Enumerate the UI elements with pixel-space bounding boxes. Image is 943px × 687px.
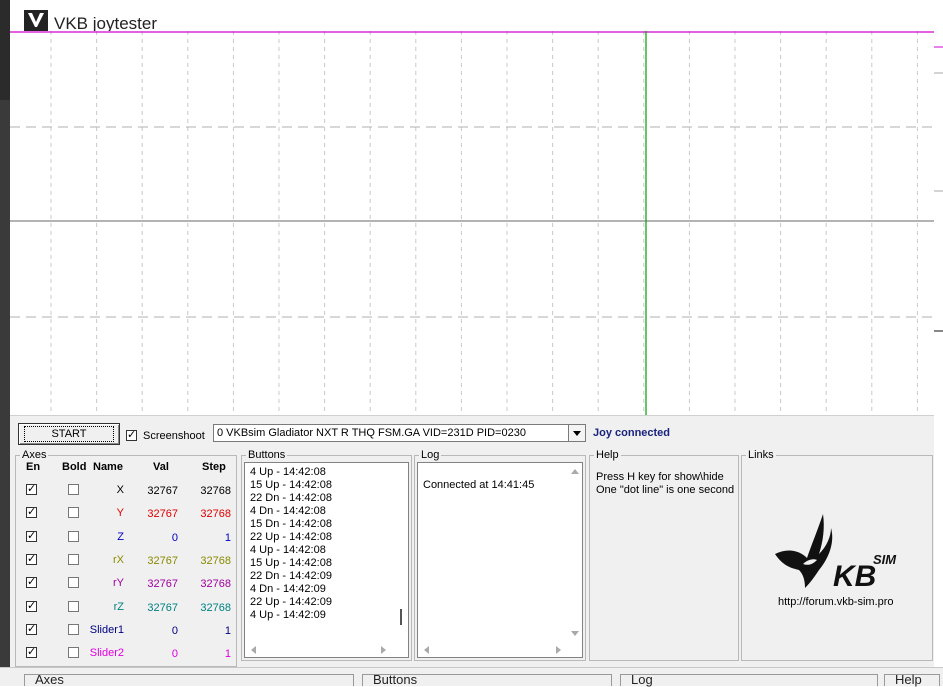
axis-step: 32768	[200, 485, 231, 497]
axis-enable-checkbox[interactable]	[26, 599, 37, 612]
button-event-row[interactable]: 22 Up - 14:42:08	[250, 531, 332, 544]
buttons-group-title: Buttons	[246, 449, 288, 461]
screenshoot-label: Screenshoot	[143, 430, 205, 442]
connection-status: Joy connected	[593, 427, 671, 439]
axis-enable-checkbox[interactable]	[26, 552, 37, 565]
vkb-logo-icon	[24, 10, 48, 32]
background-window-edge	[0, 0, 10, 685]
bottom-tab-help: Help	[884, 672, 940, 687]
dropdown-arrow-icon[interactable]	[568, 425, 585, 441]
axis-step: 32768	[200, 601, 231, 614]
axis-step: 1	[224, 648, 231, 661]
axis-step: 32768	[200, 554, 231, 567]
scroll-right-icon[interactable]	[381, 646, 386, 654]
button-event-row[interactable]: 4 Up - 14:42:08	[250, 466, 326, 479]
log-hscroll[interactable]	[418, 643, 582, 657]
scroll-right-icon[interactable]	[556, 646, 561, 654]
background-window-shade	[0, 100, 10, 685]
axis-enable-checkbox[interactable]	[26, 575, 37, 589]
axis-bold-checkbox[interactable]	[68, 553, 79, 565]
axes-header-en: En	[26, 461, 41, 473]
bottom-tab-buttons: Buttons	[362, 672, 612, 687]
scroll-up-icon[interactable]	[571, 469, 579, 474]
axis-name: X	[116, 484, 124, 496]
axis-plot-area	[10, 31, 934, 415]
axis-step: 32768	[200, 578, 231, 591]
axis-step: 1	[224, 531, 231, 544]
axis-value: 0	[171, 624, 178, 637]
plot-right-edge	[934, 31, 943, 415]
axis-step: 1	[224, 624, 231, 637]
button-event-row[interactable]: 4 Dn - 14:42:09	[250, 583, 326, 596]
log-entry[interactable]: Connected at 14:41:45	[423, 479, 534, 492]
bottom-tab-axes: Axes	[24, 672, 354, 687]
device-select-value: 0 VKBsim Gladiator NXT R THQ FSM.GA VID=…	[217, 427, 526, 439]
help-line-2: One "dot line" is one second	[596, 484, 735, 496]
axes-header-bold: Bold	[62, 461, 87, 473]
axis-enable-checkbox[interactable]	[26, 645, 37, 659]
axis-name: Slider2	[89, 647, 124, 660]
logo-sup: SIM	[873, 552, 897, 567]
log-group-title: Log	[419, 449, 442, 461]
button-event-row[interactable]: 22 Dn - 14:42:09	[250, 570, 332, 583]
axis-bold-checkbox[interactable]	[68, 507, 79, 519]
buttons-list[interactable]: 4 Up - 14:42:08 15 Up - 14:42:08 22 Dn - 1…	[244, 462, 409, 658]
button-event-row[interactable]: 4 Up - 14:42:09	[250, 609, 326, 622]
log-list[interactable]: Connected at 14:41:45	[417, 462, 583, 658]
axis-name: rZ	[113, 600, 124, 613]
axis-bold-checkbox[interactable]	[68, 530, 79, 542]
vkbsim-logo[interactable]: KB SIM	[773, 512, 905, 593]
axes-group-title: Axes	[20, 449, 49, 461]
axis-value: 32767	[147, 508, 178, 521]
axis-bold-checkbox[interactable]	[68, 600, 79, 612]
logo-text: KB	[833, 560, 876, 590]
help-line-1: Press H key for show\hide	[596, 471, 724, 483]
start-button[interactable]: START	[18, 423, 120, 445]
screenshoot-checkbox[interactable]	[126, 428, 137, 441]
buttons-scroll-thumb[interactable]	[400, 609, 402, 625]
button-event-row[interactable]: 4 Up - 14:42:08	[250, 544, 326, 557]
forum-link[interactable]: http://forum.vkb-sim.pro	[778, 596, 894, 608]
scroll-left-icon[interactable]	[251, 646, 256, 654]
axis-name: rX	[113, 553, 124, 566]
button-event-row[interactable]: 15 Up - 14:42:08	[250, 479, 332, 492]
axis-value: 0	[171, 648, 178, 661]
axis-bold-checkbox[interactable]	[68, 484, 79, 495]
axis-value: 32767	[147, 601, 178, 614]
axis-value: 0	[171, 531, 178, 544]
axis-enable-checkbox[interactable]	[26, 529, 37, 542]
button-event-row[interactable]: 22 Dn - 14:42:08	[250, 492, 332, 505]
button-event-row[interactable]: 4 Dn - 14:42:08	[250, 505, 326, 518]
button-event-row[interactable]: 15 Dn - 14:42:08	[250, 518, 332, 531]
axis-name: Slider1	[89, 623, 124, 636]
scroll-left-icon[interactable]	[424, 646, 429, 654]
axis-name: rY	[113, 577, 124, 590]
links-group-title: Links	[746, 449, 776, 461]
axis-bold-checkbox[interactable]	[68, 647, 79, 659]
buttons-hscroll[interactable]	[245, 643, 408, 657]
axis-value: 32767	[147, 578, 178, 591]
button-event-row[interactable]: 22 Up - 14:42:09	[250, 596, 332, 609]
axis-step: 32768	[200, 508, 231, 521]
axes-header-name: Name	[93, 461, 123, 473]
axis-bold-checkbox[interactable]	[68, 623, 79, 635]
axis-bold-checkbox[interactable]	[68, 577, 79, 589]
help-group-title: Help	[594, 449, 621, 461]
plot-canvas	[10, 31, 934, 415]
axes-header-val: Val	[153, 461, 169, 473]
axes-header-step: Step	[202, 461, 226, 473]
bottom-tab-log: Log	[620, 672, 878, 687]
axis-value: 32767	[147, 554, 178, 567]
scroll-down-icon[interactable]	[571, 631, 579, 636]
device-select[interactable]: 0 VKBsim Gladiator NXT R THQ FSM.GA VID=…	[213, 424, 586, 442]
axis-value: 32767	[147, 485, 178, 497]
axis-name: Z	[117, 530, 124, 543]
axis-enable-checkbox[interactable]	[26, 482, 37, 495]
axis-enable-checkbox[interactable]	[26, 505, 37, 519]
axis-name: Y	[116, 507, 124, 520]
button-event-row[interactable]: 15 Up - 14:42:08	[250, 557, 332, 570]
axis-enable-checkbox[interactable]	[26, 622, 37, 635]
